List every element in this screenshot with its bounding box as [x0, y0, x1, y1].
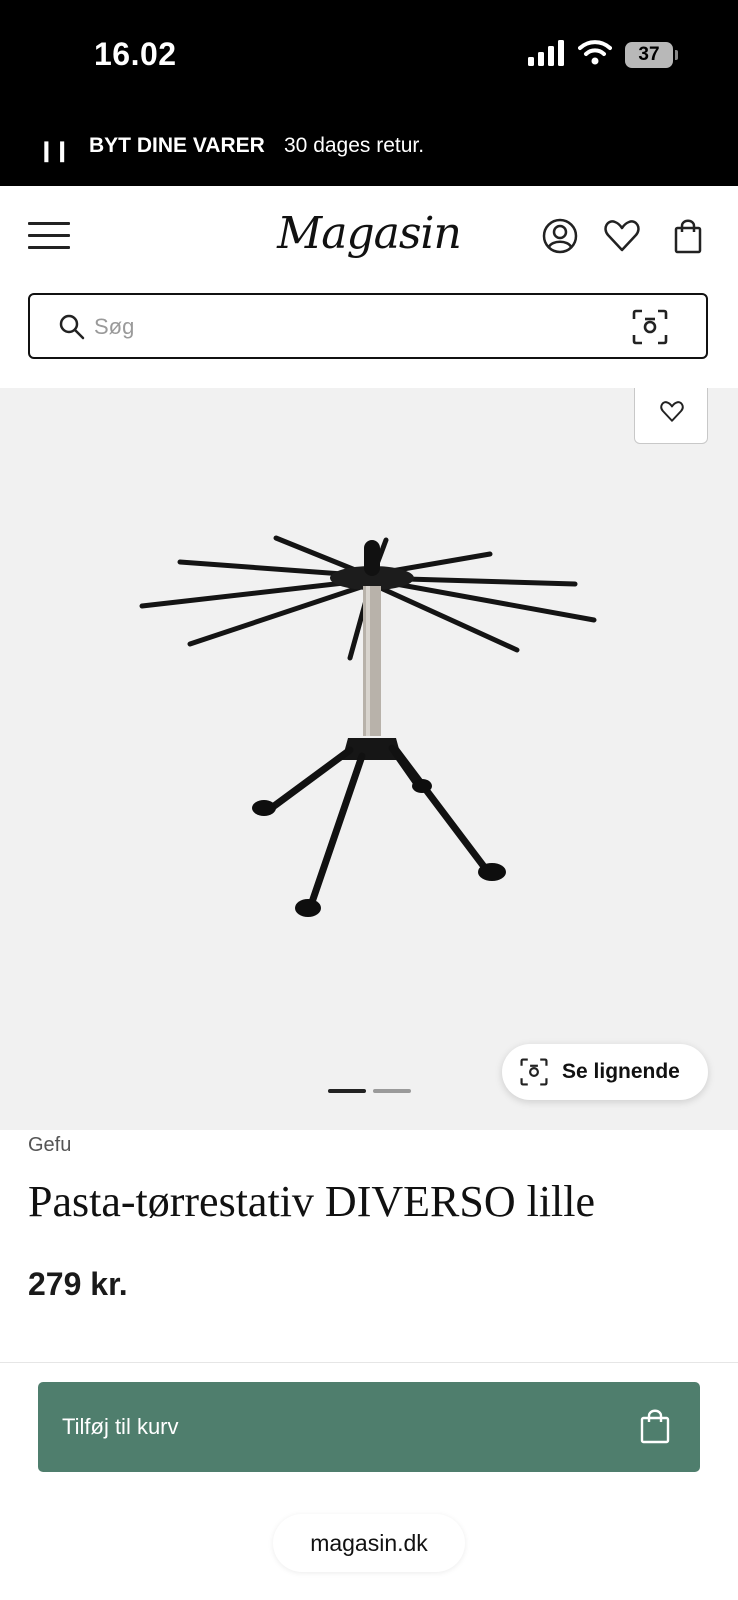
account-icon[interactable] — [540, 216, 580, 256]
promo-text: 30 dages retur. — [284, 134, 425, 157]
visual-search-icon[interactable] — [632, 309, 668, 345]
product-brand[interactable]: Gefu — [28, 1134, 71, 1157]
search-input[interactable]: Søg — [28, 293, 708, 359]
visual-search-icon — [520, 1058, 548, 1086]
product-title: Pasta-tørrestativ DIVERSO lille — [28, 1177, 596, 1226]
promo-title[interactable]: BYT DINE VARER — [89, 134, 265, 158]
see-similar-label: Se lignende — [562, 1060, 680, 1083]
search-placeholder: Søg — [94, 314, 135, 339]
signal-icon — [528, 40, 564, 66]
heart-icon — [660, 401, 684, 422]
search-icon — [59, 314, 85, 340]
product-price: 279 kr. — [28, 1266, 128, 1302]
status-bar: 16.02 37 — [0, 0, 738, 110]
shopping-bag-icon[interactable] — [668, 216, 708, 256]
menu-icon[interactable] — [28, 222, 70, 250]
wifi-icon — [578, 40, 612, 65]
pagination-dot-active[interactable] — [328, 1089, 366, 1093]
site-header: Magasin Søg — [0, 186, 738, 386]
divider — [0, 1362, 738, 1363]
product-wishlist-button[interactable] — [634, 388, 708, 444]
wishlist-icon[interactable] — [602, 216, 642, 256]
product-image — [139, 535, 597, 917]
battery-cap — [675, 50, 678, 60]
pagination-dot[interactable] — [373, 1089, 411, 1093]
shopping-bag-icon — [640, 1409, 670, 1444]
add-to-cart-button[interactable]: Tilføj til kurv — [38, 1382, 700, 1472]
add-to-cart-label: Tilføj til kurv — [62, 1414, 179, 1439]
status-time: 16.02 — [94, 36, 177, 72]
see-similar-button[interactable]: Se lignende — [502, 1044, 708, 1100]
promo-banner: ❙❙ BYT DINE VARER 30 dages retur. — [0, 110, 738, 186]
site-logo[interactable]: Magasin — [260, 208, 478, 259]
pause-icon[interactable]: ❙❙ — [38, 138, 71, 163]
browser-url-bar[interactable]: magasin.dk — [273, 1514, 465, 1572]
product-image-gallery[interactable]: Se lignende — [0, 388, 738, 1130]
battery-indicator: 37 — [625, 42, 673, 68]
